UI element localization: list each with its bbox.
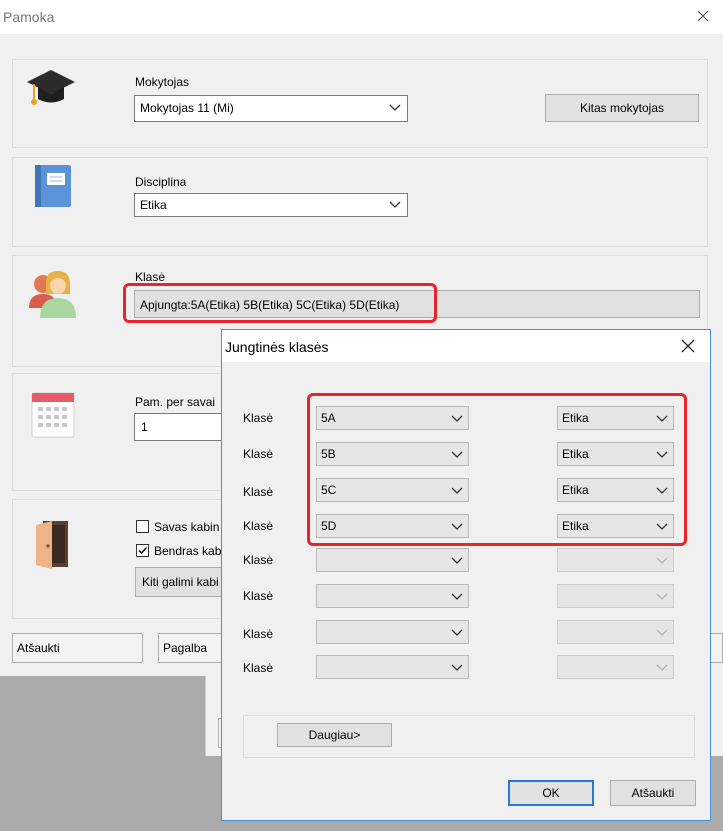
help-button-label: Pagalba (163, 641, 208, 655)
close-icon[interactable] (693, 6, 713, 26)
chevron-down-icon (451, 626, 463, 641)
teacher-select[interactable]: Mokytojas 11 (Mi) (134, 95, 408, 122)
joint-classes-dialog: Jungtinės klasės Klasė Klasė Klasė Klasė… (221, 329, 711, 821)
row-label-6: Klasė (243, 589, 274, 603)
class-select-7[interactable] (316, 620, 469, 644)
class-select-5[interactable] (316, 548, 469, 572)
dialog-cancel-button-label: Atšaukti (631, 786, 675, 800)
own-room-checkbox[interactable] (136, 520, 149, 533)
subject-select-5[interactable] (557, 548, 674, 572)
class-highlight (123, 283, 437, 323)
subject-select-8[interactable] (557, 655, 674, 679)
row-label-3: Klasė (243, 485, 274, 499)
chevron-down-icon (656, 554, 668, 569)
chevron-down-icon (389, 101, 401, 116)
users-icon (26, 268, 78, 320)
chevron-down-icon (656, 590, 668, 605)
subject-select-7[interactable] (557, 620, 674, 644)
dialog-title-bar: Jungtinės klasės (222, 330, 710, 362)
book-icon (33, 163, 73, 209)
graduation-cap-icon (26, 68, 76, 112)
subject-select-6[interactable] (557, 584, 674, 608)
discipline-select[interactable]: Etika (134, 193, 408, 217)
teacher-select-value: Mokytojas 11 (Mi) (140, 101, 234, 115)
chevron-down-icon (389, 198, 401, 213)
rows-highlight (307, 393, 687, 546)
weekly-input-value: 1 (141, 420, 148, 434)
ok-button-label: OK (542, 786, 560, 800)
discipline-select-value: Etika (140, 198, 167, 212)
dialog-cancel-button[interactable]: Atšaukti (610, 780, 696, 806)
main-cancel-button[interactable]: Atšaukti (12, 633, 143, 663)
calendar-icon (31, 392, 75, 438)
row-label-7: Klasė (243, 627, 274, 641)
chevron-down-icon (451, 554, 463, 569)
chevron-down-icon (451, 661, 463, 676)
dialog-close-icon[interactable] (678, 336, 698, 356)
weekly-label: Pam. per savai (135, 395, 216, 409)
ok-button[interactable]: OK (508, 780, 594, 806)
door-icon (34, 519, 70, 571)
own-room-label: Savas kabin (154, 520, 220, 534)
window-title: Pamoka (3, 9, 55, 25)
class-select-6[interactable] (316, 584, 469, 608)
shared-room-label: Bendras kab (154, 544, 222, 558)
main-cancel-button-label: Atšaukti (17, 641, 60, 655)
row-label-4: Klasė (243, 519, 274, 533)
teacher-label: Mokytojas (135, 75, 190, 89)
row-label-8: Klasė (243, 661, 274, 675)
row-label-5: Klasė (243, 553, 274, 567)
row-label-2: Klasė (243, 447, 274, 461)
row-label-1: Klasė (243, 411, 274, 425)
dialog-title: Jungtinės klasės (225, 339, 329, 355)
more-button-label: Daugiau> (308, 728, 361, 742)
other-teacher-button[interactable]: Kitas mokytojas (545, 94, 699, 122)
other-rooms-button-label: Kiti galimi kabi (142, 575, 219, 589)
chevron-down-icon (656, 661, 668, 676)
class-label: Klasė (135, 270, 166, 284)
chevron-down-icon (451, 590, 463, 605)
other-teacher-button-label: Kitas mokytojas (579, 101, 665, 115)
discipline-label: Disciplina (135, 175, 187, 189)
help-button[interactable]: Pagalba (158, 633, 228, 663)
weekly-input[interactable]: 1 (134, 413, 234, 441)
other-rooms-button[interactable]: Kiti galimi kabi (135, 567, 235, 597)
title-bar: Pamoka (0, 0, 723, 34)
shared-room-checkbox[interactable] (136, 544, 149, 557)
chevron-down-icon (656, 626, 668, 641)
class-select-8[interactable] (316, 655, 469, 679)
more-button[interactable]: Daugiau> (277, 723, 392, 747)
